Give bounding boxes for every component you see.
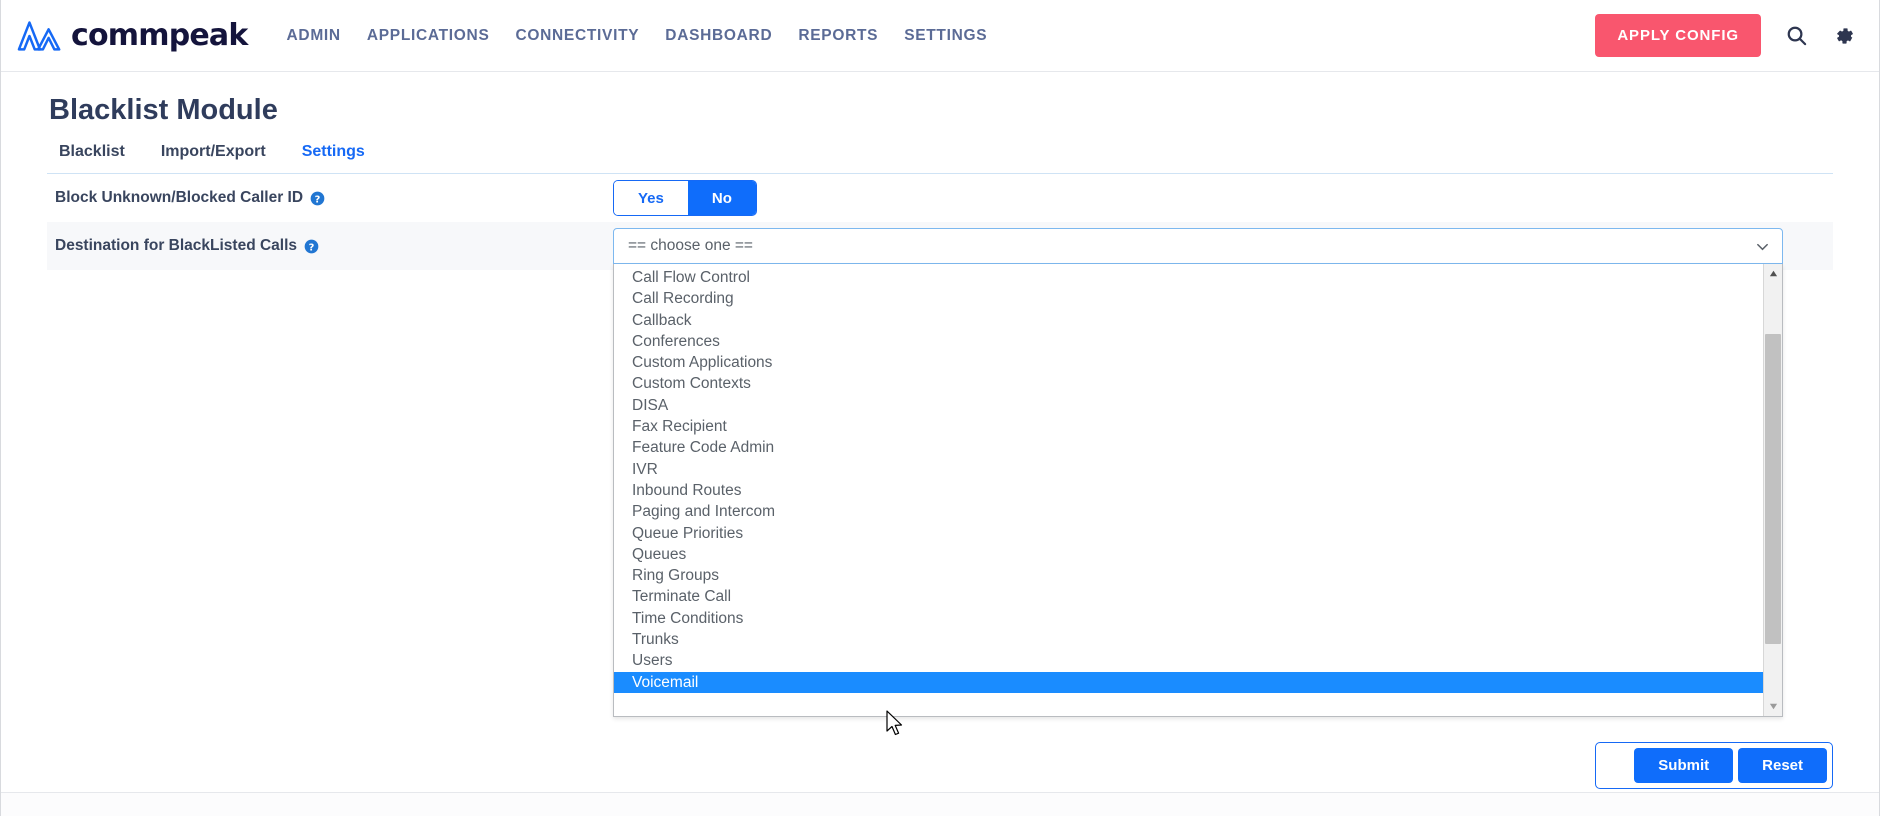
gear-icon[interactable] — [1831, 23, 1857, 49]
chevron-down-icon — [1755, 239, 1770, 254]
scrollbar-thumb[interactable] — [1765, 334, 1781, 644]
form-row-destination-blacklisted: Destination for BlackListed Calls ? == c… — [47, 222, 1833, 717]
form-action-bar: Submit Reset — [1595, 742, 1833, 789]
scrollbar-track[interactable] — [1764, 283, 1782, 697]
footer-strip — [1, 793, 1879, 816]
svg-text:?: ? — [315, 194, 321, 205]
dropdown-option[interactable]: Ring Groups — [614, 565, 1763, 586]
top-header: commpeak ADMIN APPLICATIONS CONNECTIVITY… — [1, 0, 1879, 72]
form-control-destination-blacklisted: == choose one == Call Flow Control Call … — [613, 228, 1827, 717]
brand-name: commpeak — [71, 18, 248, 53]
dropdown-scrollbar[interactable] — [1763, 264, 1782, 716]
triangle-up-icon[interactable] — [1764, 264, 1782, 283]
dropdown-option[interactable]: Queue Priorities — [614, 523, 1763, 544]
form-label-text: Destination for BlackListed Calls — [55, 237, 298, 254]
question-mark-icon[interactable]: ? — [310, 191, 325, 206]
header-actions: APPLY CONFIG — [1595, 14, 1857, 57]
destination-select-wrapper: == choose one == Call Flow Control Call … — [613, 228, 1783, 717]
nav-item-connectivity[interactable]: CONNECTIVITY — [503, 21, 653, 51]
tab-import-export[interactable]: Import/Export — [143, 133, 284, 173]
apply-config-button[interactable]: APPLY CONFIG — [1595, 14, 1761, 57]
svg-text:?: ? — [309, 242, 315, 253]
tab-blacklist[interactable]: Blacklist — [49, 133, 143, 173]
dropdown-option[interactable]: Callback — [614, 310, 1763, 331]
form-label-block-unknown-caller: Block Unknown/Blocked Caller ID ? — [53, 189, 613, 207]
form-row-block-unknown-caller: Block Unknown/Blocked Caller ID ? Yes No — [47, 174, 1833, 222]
commpeak-peak-logo-icon — [17, 19, 63, 53]
dropdown-option[interactable]: Time Conditions — [614, 608, 1763, 629]
nav-item-applications[interactable]: APPLICATIONS — [354, 21, 503, 51]
nav-item-dashboard[interactable]: DASHBOARD — [652, 21, 785, 51]
question-mark-icon[interactable]: ? — [304, 239, 319, 254]
toggle-option-yes[interactable]: Yes — [614, 181, 688, 215]
dropdown-option[interactable]: Fax Recipient — [614, 416, 1763, 437]
reset-button[interactable]: Reset — [1738, 748, 1827, 783]
dropdown-option[interactable]: Queues — [614, 544, 1763, 565]
dropdown-option[interactable]: Inbound Routes — [614, 480, 1763, 501]
module-tabs: Blacklist Import/Export Settings — [47, 133, 1833, 174]
nav-item-reports[interactable]: REPORTS — [785, 21, 891, 51]
submit-button[interactable]: Submit — [1634, 748, 1734, 783]
dropdown-option[interactable]: Conferences — [614, 331, 1763, 352]
form-label-destination-blacklisted: Destination for BlackListed Calls ? — [53, 237, 613, 255]
dropdown-option[interactable]: DISA — [614, 395, 1763, 416]
dropdown-option[interactable]: Call Recording — [614, 288, 1763, 309]
triangle-down-icon[interactable] — [1764, 697, 1782, 716]
dropdown-option-selected[interactable]: Voicemail — [614, 671, 1763, 693]
page-content: Blacklist Module Blacklist Import/Export… — [1, 72, 1879, 717]
dropdown-option[interactable]: IVR — [614, 459, 1763, 480]
dropdown-option-list: Call Flow Control Call Recording Callbac… — [614, 264, 1763, 716]
dropdown-option[interactable]: Custom Applications — [614, 352, 1763, 373]
dropdown-option[interactable]: Custom Contexts — [614, 373, 1763, 394]
nav-item-settings[interactable]: SETTINGS — [891, 21, 1000, 51]
app-window: commpeak ADMIN APPLICATIONS CONNECTIVITY… — [0, 0, 1880, 816]
search-icon[interactable] — [1783, 23, 1809, 49]
dropdown-option[interactable]: Feature Code Admin — [614, 437, 1763, 458]
form-control-block-unknown-caller: Yes No — [613, 180, 1827, 216]
destination-select-value: == choose one == — [628, 237, 753, 254]
yes-no-toggle: Yes No — [613, 180, 757, 216]
main-navigation: ADMIN APPLICATIONS CONNECTIVITY DASHBOAR… — [274, 21, 1001, 51]
form-label-text: Block Unknown/Blocked Caller ID — [55, 189, 304, 206]
dropdown-option[interactable]: Paging and Intercom — [614, 501, 1763, 522]
nav-item-admin[interactable]: ADMIN — [274, 21, 354, 51]
dropdown-option[interactable]: Terminate Call — [614, 586, 1763, 607]
page-title: Blacklist Module — [49, 94, 278, 126]
tab-settings[interactable]: Settings — [284, 133, 383, 173]
dropdown-option[interactable]: Call Flow Control — [614, 267, 1763, 288]
toggle-option-no[interactable]: No — [687, 181, 756, 215]
brand-logo[interactable]: commpeak — [17, 18, 248, 53]
dropdown-option[interactable]: Trunks — [614, 629, 1763, 650]
dropdown-option[interactable]: Users — [614, 650, 1763, 671]
destination-select[interactable]: == choose one == — [613, 228, 1783, 264]
destination-dropdown: Call Flow Control Call Recording Callbac… — [613, 264, 1783, 717]
